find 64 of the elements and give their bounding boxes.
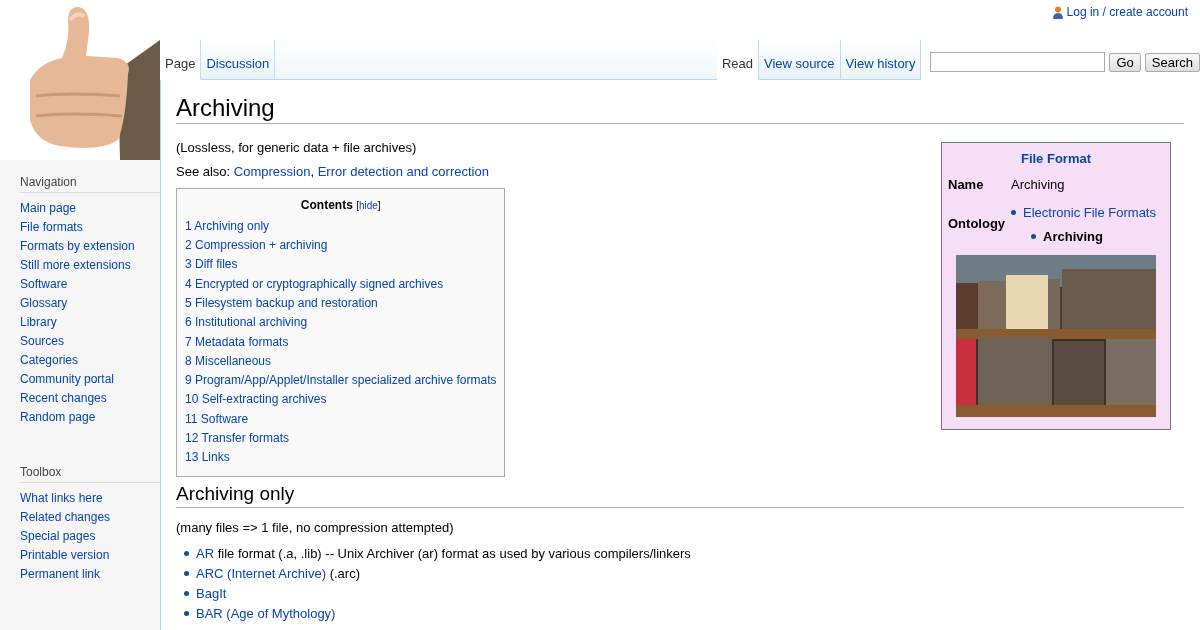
format-link[interactable]: AR bbox=[196, 545, 215, 561]
sidebar-link[interactable]: Printable version bbox=[20, 548, 110, 562]
view-tab[interactable]: View history bbox=[840, 40, 922, 80]
sidebar-link[interactable]: What links here bbox=[20, 491, 103, 505]
toc-title: Contents bbox=[300, 197, 353, 212]
toc-link[interactable]: 4 Encrypted or cryptographically signed archives bbox=[185, 276, 444, 291]
see-also-text: See also: Compression, Error detection and correction bbox=[176, 163, 490, 182]
page-tab[interactable]: Discussion bbox=[201, 40, 276, 80]
sidebar-link[interactable]: Formats by extension bbox=[20, 239, 135, 253]
ontology-link[interactable]: Electronic File Formats bbox=[1023, 202, 1156, 223]
ontology-current: Archiving bbox=[1043, 227, 1103, 246]
bullet-icon bbox=[184, 571, 189, 577]
toc-link[interactable]: 13 Links bbox=[185, 450, 230, 465]
page-title: Archiving bbox=[176, 94, 1184, 124]
bullet-icon bbox=[1011, 209, 1017, 215]
format-link[interactable]: ARC (Internet Archive) bbox=[196, 565, 327, 581]
toc-link[interactable]: 5 Filesystem backup and restoration bbox=[185, 296, 378, 310]
field-label: Ontology bbox=[946, 197, 1012, 250]
field-label: Name bbox=[946, 172, 1012, 198]
toc-link[interactable]: 1 Archiving only bbox=[185, 218, 270, 233]
view-tab[interactable]: View source bbox=[759, 40, 841, 80]
sidebar-link[interactable]: Permanent link bbox=[20, 567, 101, 581]
bullet-icon bbox=[1031, 234, 1037, 240]
toc-toggle[interactable]: [hide] bbox=[356, 199, 381, 211]
bullet-icon bbox=[184, 551, 189, 557]
intro-text: (Lossless, for generic data + file archives) bbox=[176, 138, 418, 157]
search-field[interactable] bbox=[930, 52, 1106, 72]
list-item-text: ARC (Internet Archive) (.arc) bbox=[196, 564, 360, 583]
sidebar-link[interactable]: Glossary bbox=[20, 296, 68, 310]
infobox-title[interactable]: File Format bbox=[1020, 148, 1092, 169]
sidebar-link[interactable]: Sources bbox=[20, 334, 65, 348]
field-value: Archiving bbox=[1011, 177, 1065, 193]
section-intro: (many files => 1 file, no compression attempted) bbox=[176, 519, 455, 538]
toc-link[interactable]: 8 Miscellaneous bbox=[185, 353, 272, 368]
sidebar-link[interactable]: Categories bbox=[20, 353, 79, 367]
toc-link[interactable]: 2 Compression + archiving bbox=[185, 238, 328, 253]
login-link[interactable]: Log in / create account bbox=[1066, 5, 1188, 19]
bullet-icon bbox=[184, 591, 189, 597]
sidebar-link[interactable]: Special pages bbox=[20, 529, 96, 543]
sidebar-link[interactable]: Recent changes bbox=[20, 391, 107, 405]
sidebar-link[interactable]: Library bbox=[20, 315, 57, 329]
search-button[interactable]: Search bbox=[1144, 52, 1200, 72]
section-heading: Archiving only bbox=[176, 482, 1184, 509]
user-icon bbox=[1052, 5, 1063, 19]
toc-link[interactable]: 9 Program/App/Applet/Installer specialized archive formats bbox=[185, 373, 497, 388]
toc-link[interactable]: 11 Software bbox=[185, 411, 249, 426]
toc-link[interactable]: 3 Diff files bbox=[185, 257, 238, 272]
sidebar-link[interactable]: Random page bbox=[20, 410, 96, 424]
format-link[interactable]: BagIt bbox=[196, 583, 227, 604]
sidebar-link[interactable]: Still more extensions bbox=[20, 258, 131, 272]
toc-link[interactable]: 6 Institutional archiving bbox=[185, 315, 308, 330]
search-button[interactable]: Go bbox=[1109, 52, 1141, 72]
sidebar-link[interactable]: Software bbox=[20, 277, 68, 291]
toc-link[interactable]: 12 Transfer formats bbox=[185, 431, 290, 446]
sidebar-link[interactable]: Related changes bbox=[20, 510, 111, 524]
toc-link[interactable]: 10 Self-extracting archives bbox=[185, 392, 327, 407]
sidebar-link[interactable]: Main page bbox=[20, 201, 77, 215]
sidebar-link[interactable]: File formats bbox=[20, 220, 83, 234]
sidebar-link[interactable]: Community portal bbox=[20, 372, 115, 386]
bullet-icon bbox=[184, 611, 189, 617]
see-also-link[interactable]: Error detection and correction bbox=[317, 164, 489, 180]
toc-link[interactable]: 7 Metadata formats bbox=[185, 334, 289, 349]
list-item-text: AR file format (.a, .lib) -- Unix Archiver (ar) format as used by various compilers/linkers bbox=[196, 544, 691, 563]
format-link[interactable]: BAR (Age of Mythology) bbox=[196, 603, 336, 624]
